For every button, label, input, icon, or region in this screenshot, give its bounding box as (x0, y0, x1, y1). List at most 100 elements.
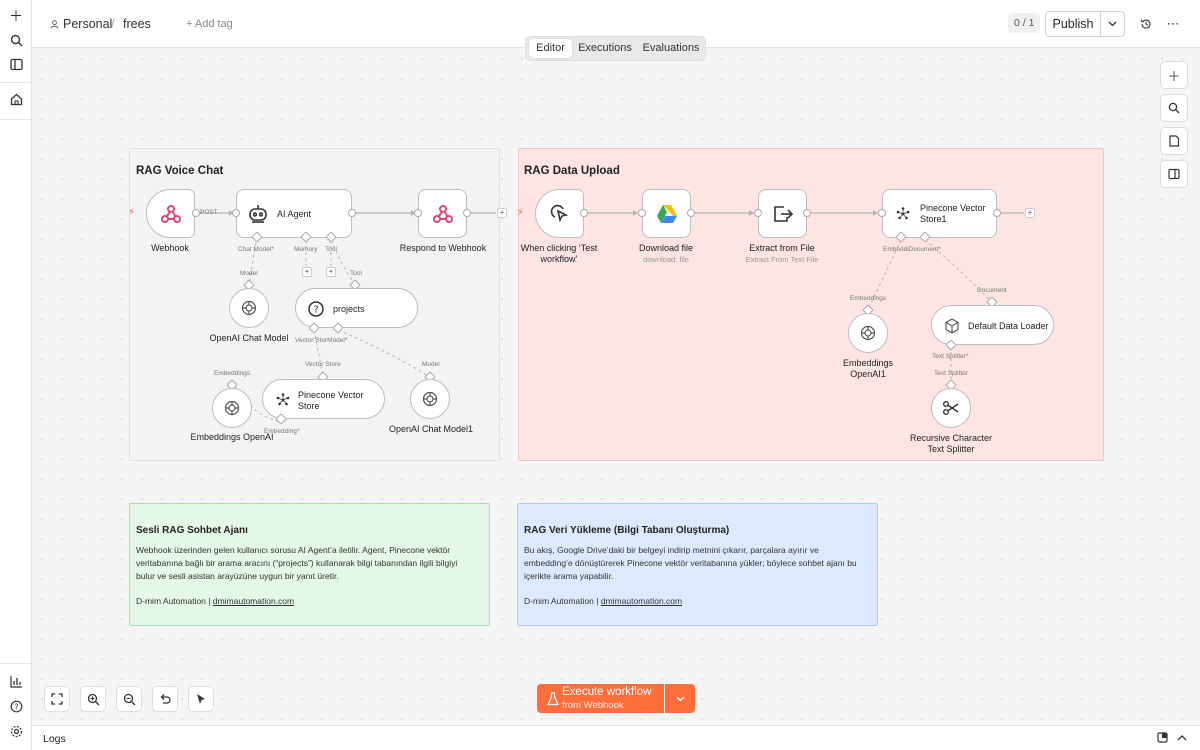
node-openai-chat-model1[interactable] (410, 379, 450, 419)
chevron-up-icon[interactable] (1177, 732, 1187, 746)
output-port[interactable] (463, 209, 471, 217)
input-port[interactable] (414, 209, 422, 217)
user-icon (50, 19, 59, 29)
tab-executions[interactable]: Executions (574, 39, 636, 58)
add-node-after-respond[interactable]: + (497, 208, 507, 218)
node-recursive-text-splitter[interactable] (931, 388, 971, 428)
output-port[interactable] (192, 209, 200, 217)
execute-options-button[interactable] (665, 684, 695, 713)
output-port[interactable] (803, 209, 811, 217)
add-tool-button[interactable]: + (326, 267, 336, 277)
google-drive-icon (656, 204, 677, 223)
flask-icon (547, 692, 559, 706)
robot-icon (249, 205, 267, 223)
chat-model-req-label: Chat Model* (238, 246, 274, 253)
node-extract-sub: Extract From Text File (745, 255, 819, 264)
node-ai-agent-label: AI Agent (277, 209, 312, 219)
webhook-icon (160, 204, 181, 223)
add-node-after-pinecone[interactable]: + (1025, 208, 1035, 218)
breadcrumb-separator: / (111, 17, 115, 31)
undo-icon[interactable] (152, 686, 178, 712)
node-webhook-label: Webhook (151, 243, 189, 253)
note-upload-title: RAG Veri Yükleme (Bilgi Tabanı Oluşturma… (524, 525, 730, 536)
insights-icon[interactable] (6, 671, 26, 691)
add-node-icon[interactable]: ＋ (1160, 61, 1188, 89)
node-extract-from-file[interactable] (758, 189, 807, 238)
cursor-icon[interactable] (188, 686, 214, 712)
vector-store-label: Vector Store (305, 361, 341, 368)
node-embeddings1-label: Embeddings OpenAI1 (842, 358, 894, 379)
input-port[interactable] (232, 209, 240, 217)
node-respond-webhook[interactable] (418, 189, 467, 238)
publish-label: Publish (1052, 17, 1094, 31)
logs-panel[interactable]: Logs (32, 725, 1200, 750)
note-voice-link[interactable]: dmimautomation.com (213, 596, 294, 606)
sidebar-divider (0, 82, 32, 83)
zoom-in-icon[interactable] (80, 686, 106, 712)
add-memory-button[interactable]: + (302, 267, 312, 277)
node-embeddings-openai[interactable] (212, 388, 252, 428)
note-upload-link[interactable]: dmimautomation.com (601, 596, 682, 606)
sticky-note-icon[interactable] (1160, 127, 1188, 155)
node-pinecone-vector-store1[interactable]: Pinecone Vector Store1 (882, 189, 997, 238)
popout-icon[interactable] (1157, 732, 1168, 746)
node-download-file[interactable] (642, 189, 691, 238)
panel-icon[interactable] (1160, 160, 1188, 188)
node-chat-model1-label: OpenAI Chat Model1 (388, 424, 474, 434)
scissors-icon (943, 401, 959, 415)
embedd-document-label: EmbeddiDocument* (883, 246, 941, 253)
output-port[interactable] (348, 209, 356, 217)
cube-icon (945, 318, 959, 334)
version-counter: 0 / 1 (1008, 13, 1041, 33)
tool-label: Tool (325, 246, 337, 253)
node-manual-label: When clicking ‘Test workflow’ (520, 243, 598, 264)
model-label: Model (240, 270, 258, 277)
fit-view-icon[interactable] (44, 686, 70, 712)
sidebar-toggle-icon[interactable] (6, 54, 26, 74)
node-ai-agent[interactable]: AI Agent (236, 189, 352, 238)
help-icon[interactable]: ? (6, 696, 26, 716)
breadcrumb-owner[interactable]: Personal (50, 17, 112, 31)
node-manual-trigger[interactable] (535, 189, 584, 238)
tab-editor[interactable]: Editor (529, 39, 572, 58)
note-upload-footer: D-mim Automation | dmimautomation.com (524, 596, 683, 606)
note-voice-title: Sesli RAG Sohbet Ajanı (136, 525, 248, 536)
text-splitter-req-label: Text Splitter* (932, 353, 969, 360)
tab-evaluations[interactable]: Evaluations (638, 39, 704, 58)
sidebar-divider (0, 119, 32, 120)
publish-button[interactable]: Publish (1045, 11, 1101, 37)
chevron-down-icon (676, 696, 684, 701)
plus-icon[interactable]: ＋ (6, 6, 26, 26)
input-port[interactable] (638, 209, 646, 217)
view-tabs: Editor Executions Evaluations (525, 36, 706, 61)
node-embeddings-openai1[interactable] (848, 313, 888, 353)
output-port[interactable] (580, 209, 588, 217)
svg-text:?: ? (14, 702, 18, 711)
search-icon[interactable] (6, 30, 26, 50)
embeddings2-label: Embeddings (850, 295, 887, 302)
add-tag-button[interactable]: + Add tag (186, 18, 233, 30)
node-download-label: Download file (638, 243, 694, 253)
group-upload-title: RAG Data Upload (524, 165, 620, 177)
openai-icon (224, 400, 240, 416)
workflow-name[interactable]: frees (123, 17, 151, 31)
settings-icon[interactable] (6, 721, 26, 741)
home-icon[interactable] (6, 89, 26, 109)
input-port[interactable] (878, 209, 886, 217)
node-openai-chat-model[interactable] (229, 288, 269, 328)
node-webhook[interactable] (146, 189, 195, 238)
group-voice-title: RAG Voice Chat (136, 165, 224, 177)
embeddings-label: Embeddings (214, 370, 251, 377)
more-options-icon[interactable]: ⋯ (1163, 14, 1183, 34)
node-download-sub: download: file (643, 255, 689, 264)
execute-workflow-button[interactable]: Execute workflow from Webhook (537, 684, 664, 713)
publish-options-button[interactable] (1100, 11, 1125, 37)
webhook-icon (432, 204, 453, 223)
input-port[interactable] (754, 209, 762, 217)
zoom-out-icon[interactable] (116, 686, 142, 712)
output-port[interactable] (687, 209, 695, 217)
search-nodes-icon[interactable] (1160, 94, 1188, 122)
output-port[interactable] (993, 209, 1001, 217)
sidebar-divider (0, 663, 32, 664)
history-icon[interactable] (1136, 14, 1156, 34)
